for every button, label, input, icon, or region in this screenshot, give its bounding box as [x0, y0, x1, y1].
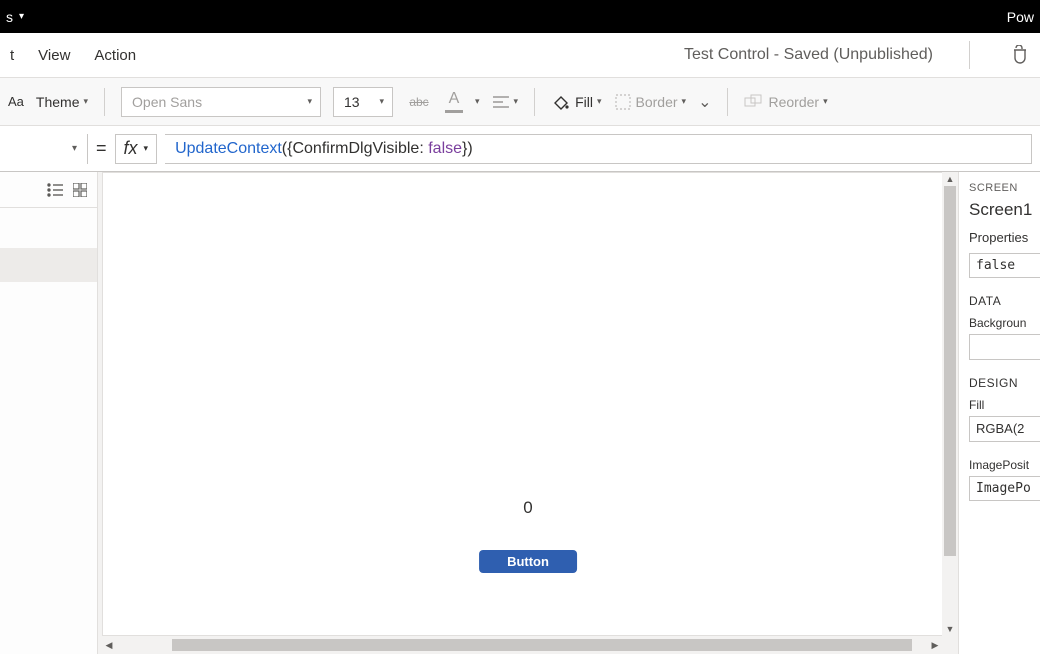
formula-value: false	[428, 140, 462, 158]
fx-label: fx	[124, 138, 138, 159]
tree-panel	[0, 172, 98, 654]
scroll-down-icon[interactable]: ▼	[942, 622, 958, 636]
app-checker-icon[interactable]	[1010, 45, 1030, 65]
menu-action[interactable]: Action	[94, 47, 136, 64]
equals-sign: =	[96, 138, 107, 159]
app-switcher[interactable]: s ▾	[6, 9, 24, 25]
background-value-input[interactable]	[969, 334, 1040, 360]
border-picker[interactable]: Border ▾	[614, 93, 687, 111]
chevron-down-icon: ▾	[72, 143, 77, 154]
chevron-down-icon: ▾	[83, 96, 88, 107]
vertical-scrollbar[interactable]: ▲ ▼	[942, 172, 958, 636]
background-label: Backgroun	[969, 316, 1040, 330]
horizontal-scroll-thumb[interactable]	[172, 639, 912, 651]
menu-bar: t View Action Test Control - Saved (Unpu…	[0, 33, 1040, 78]
imageposition-value-input[interactable]: ImagePo	[969, 476, 1040, 501]
fill-value-text: RGBA(2	[976, 421, 1024, 436]
format-toolbar: Aa Theme ▾ Open Sans ▾ 13 ▾ abc A ▾ ▾ Fi…	[0, 78, 1040, 126]
fill-label: Fill	[969, 398, 1040, 412]
formula-colon: :	[419, 140, 428, 158]
fill-picker[interactable]: Fill ▾	[551, 92, 601, 112]
panel-heading: SCREEN	[969, 182, 1040, 194]
scroll-left-icon[interactable]: ◀	[102, 636, 116, 654]
tree-selected-item[interactable]	[0, 248, 97, 282]
fill-label: Fill	[575, 94, 593, 110]
fill-value-input[interactable]: RGBA(2 ✋	[969, 416, 1040, 442]
chevron-down-icon: ▾	[597, 96, 602, 107]
theme-dropdown[interactable]: Theme ▾	[36, 94, 88, 110]
font-size-picker[interactable]: 13 ▾	[333, 87, 393, 117]
menu-item[interactable]: t	[10, 47, 14, 64]
counter-label: 0	[523, 498, 532, 518]
chevron-down-icon: ▾	[514, 96, 519, 107]
main-area: 0 Button ▲ ▼ ◀ ▶ SCREEN Screen1 Properti…	[0, 172, 1040, 654]
imageposition-label: ImagePosit	[969, 458, 1040, 472]
align-left-icon	[492, 95, 510, 109]
tree-panel-tabs	[0, 172, 97, 208]
reorder-label: Reorder	[768, 94, 819, 110]
screen-name: Screen1	[969, 200, 1040, 220]
paint-bucket-icon	[551, 92, 571, 112]
chevron-down-icon: ▾	[823, 96, 828, 107]
scroll-right-icon[interactable]: ▶	[928, 636, 942, 654]
formula-open: ({	[282, 140, 293, 158]
border-icon	[614, 93, 632, 111]
vertical-scroll-thumb[interactable]	[944, 186, 956, 556]
properties-tab[interactable]: Properties	[969, 230, 1040, 245]
property-selector[interactable]: ▾	[8, 134, 88, 164]
canvas-area: 0 Button ▲ ▼ ◀ ▶	[98, 172, 958, 654]
border-label: Border	[636, 94, 678, 110]
chevron-down-icon: ▾	[307, 96, 312, 107]
design-canvas[interactable]: 0 Button	[102, 172, 954, 636]
horizontal-scrollbar[interactable]: ◀ ▶	[102, 636, 942, 654]
properties-panel: SCREEN Screen1 Properties false DATA Bac…	[958, 172, 1040, 654]
tree-spacer	[0, 208, 97, 248]
fx-button[interactable]: fx ▾	[115, 134, 158, 164]
visible-value-input[interactable]: false	[969, 253, 1040, 278]
list-view-icon[interactable]	[47, 183, 63, 197]
font-family-value: Open Sans	[132, 94, 202, 110]
chevron-down-icon: ▾	[19, 11, 24, 22]
grid-view-icon[interactable]	[73, 183, 87, 197]
chevron-down-icon: ▾	[144, 143, 149, 154]
section-data: DATA	[969, 294, 1040, 308]
canvas-button[interactable]: Button	[479, 550, 577, 573]
separator	[104, 88, 105, 116]
formula-input[interactable]: UpdateContext({ConfirmDlgVisible: false}…	[165, 134, 1032, 164]
save-status: Test Control - Saved (Unpublished)	[684, 46, 933, 64]
chevron-down-icon[interactable]: ▾	[475, 96, 480, 107]
scroll-up-icon[interactable]: ▲	[942, 172, 958, 186]
formula-close: })	[462, 140, 473, 158]
font-size-value: 13	[344, 94, 360, 110]
expand-toolbar-icon[interactable]: ⌄	[698, 92, 711, 112]
font-size-sample: Aa	[8, 94, 24, 109]
align-picker[interactable]: ▾	[492, 95, 519, 109]
theme-label: Theme	[36, 94, 80, 110]
reorder-picker[interactable]: Reorder ▾	[744, 94, 827, 110]
color-bar	[445, 110, 463, 113]
reorder-icon	[744, 94, 764, 110]
formula-key: ConfirmDlgVisible	[292, 140, 419, 158]
font-color-picker[interactable]: A	[445, 90, 463, 113]
section-design: DESIGN	[969, 376, 1040, 390]
separator	[534, 88, 535, 116]
strikethrough-icon[interactable]: abc	[405, 88, 433, 116]
divider	[969, 41, 970, 69]
font-color-icon: A	[449, 90, 460, 108]
formula-function: UpdateContext	[175, 140, 282, 158]
font-family-picker[interactable]: Open Sans ▾	[121, 87, 321, 117]
formula-bar: ▾ = fx ▾ UpdateContext({ConfirmDlgVisibl…	[0, 126, 1040, 172]
chevron-down-icon: ▾	[379, 96, 384, 107]
product-label: Pow	[1007, 9, 1034, 25]
title-bar: s ▾ Pow	[0, 0, 1040, 33]
chevron-down-icon: ▾	[682, 96, 687, 107]
menu-view[interactable]: View	[38, 47, 70, 64]
separator	[727, 88, 728, 116]
app-name-fragment: s	[6, 9, 13, 25]
